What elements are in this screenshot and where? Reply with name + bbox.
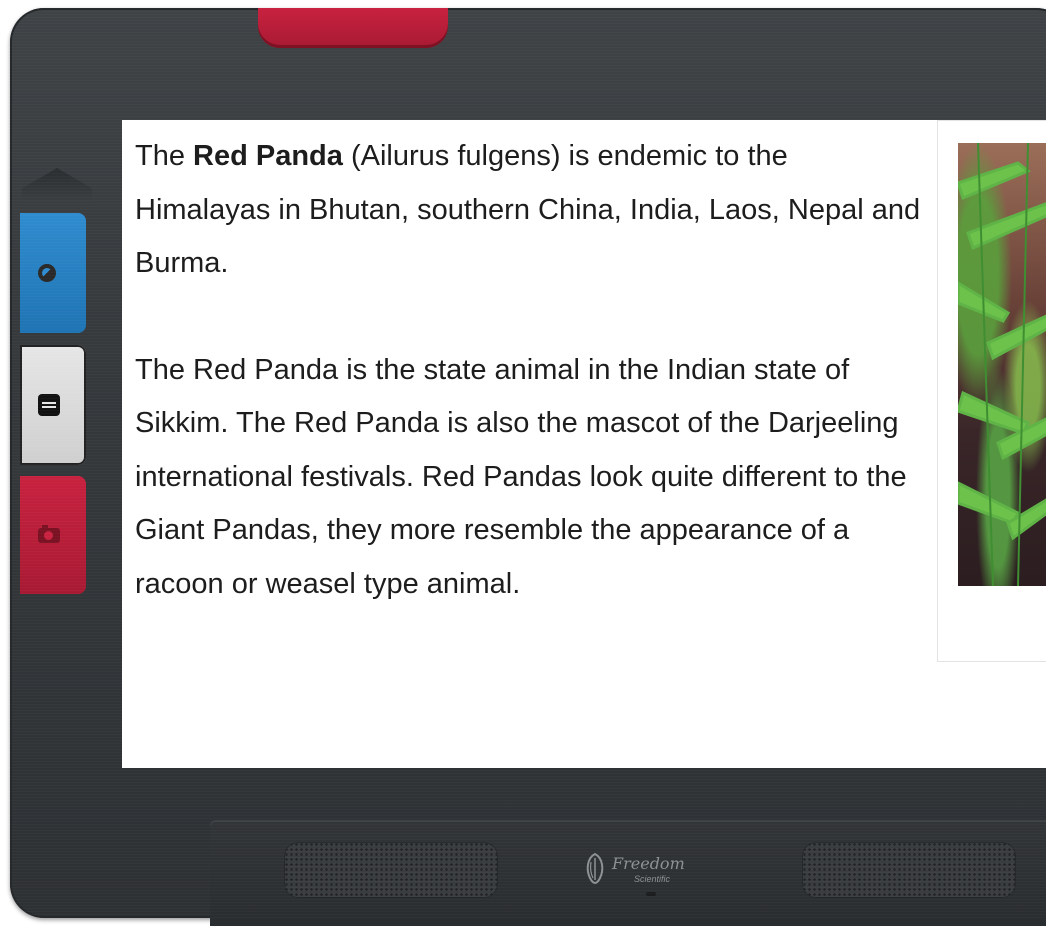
- left-speaker-grille: [284, 842, 498, 898]
- right-speaker-grille: [802, 842, 1016, 898]
- bamboo-leaves-graphic: [958, 143, 1046, 586]
- camera-icon: [38, 524, 60, 543]
- magnifier-screen: The Red Panda (Ailurus fulgens) is endem…: [122, 120, 1046, 768]
- reading-mode-button[interactable]: [20, 345, 86, 465]
- article-paragraph-2: The Red Panda is the state animal in the…: [135, 353, 907, 600]
- para1-lead: The: [135, 140, 194, 172]
- text-document-icon: [38, 394, 60, 416]
- article-paragraph-1: The Red Panda (Ailurus fulgens) is endem…: [135, 130, 925, 291]
- camera-button[interactable]: [20, 476, 86, 594]
- article-text: The Red Panda (Ailurus fulgens) is endem…: [135, 130, 925, 611]
- brand-name: Freedom: [612, 854, 685, 873]
- indicator-light: [646, 892, 656, 896]
- freedom-scientific-logo-icon: [586, 852, 604, 884]
- top-power-button[interactable]: [258, 8, 448, 48]
- brand-logo: Freedom Scientific: [582, 846, 722, 896]
- contrast-button[interactable]: [20, 213, 86, 333]
- red-panda-photo: [958, 143, 1046, 586]
- side-panel-notch: [22, 168, 92, 202]
- device-bottom-bar: Freedom Scientific: [210, 820, 1046, 926]
- brand-subtitle: Scientific: [634, 874, 671, 884]
- photo-card: [937, 120, 1046, 662]
- para1-bold-term: Red Panda: [193, 140, 343, 172]
- contrast-icon: [38, 264, 56, 282]
